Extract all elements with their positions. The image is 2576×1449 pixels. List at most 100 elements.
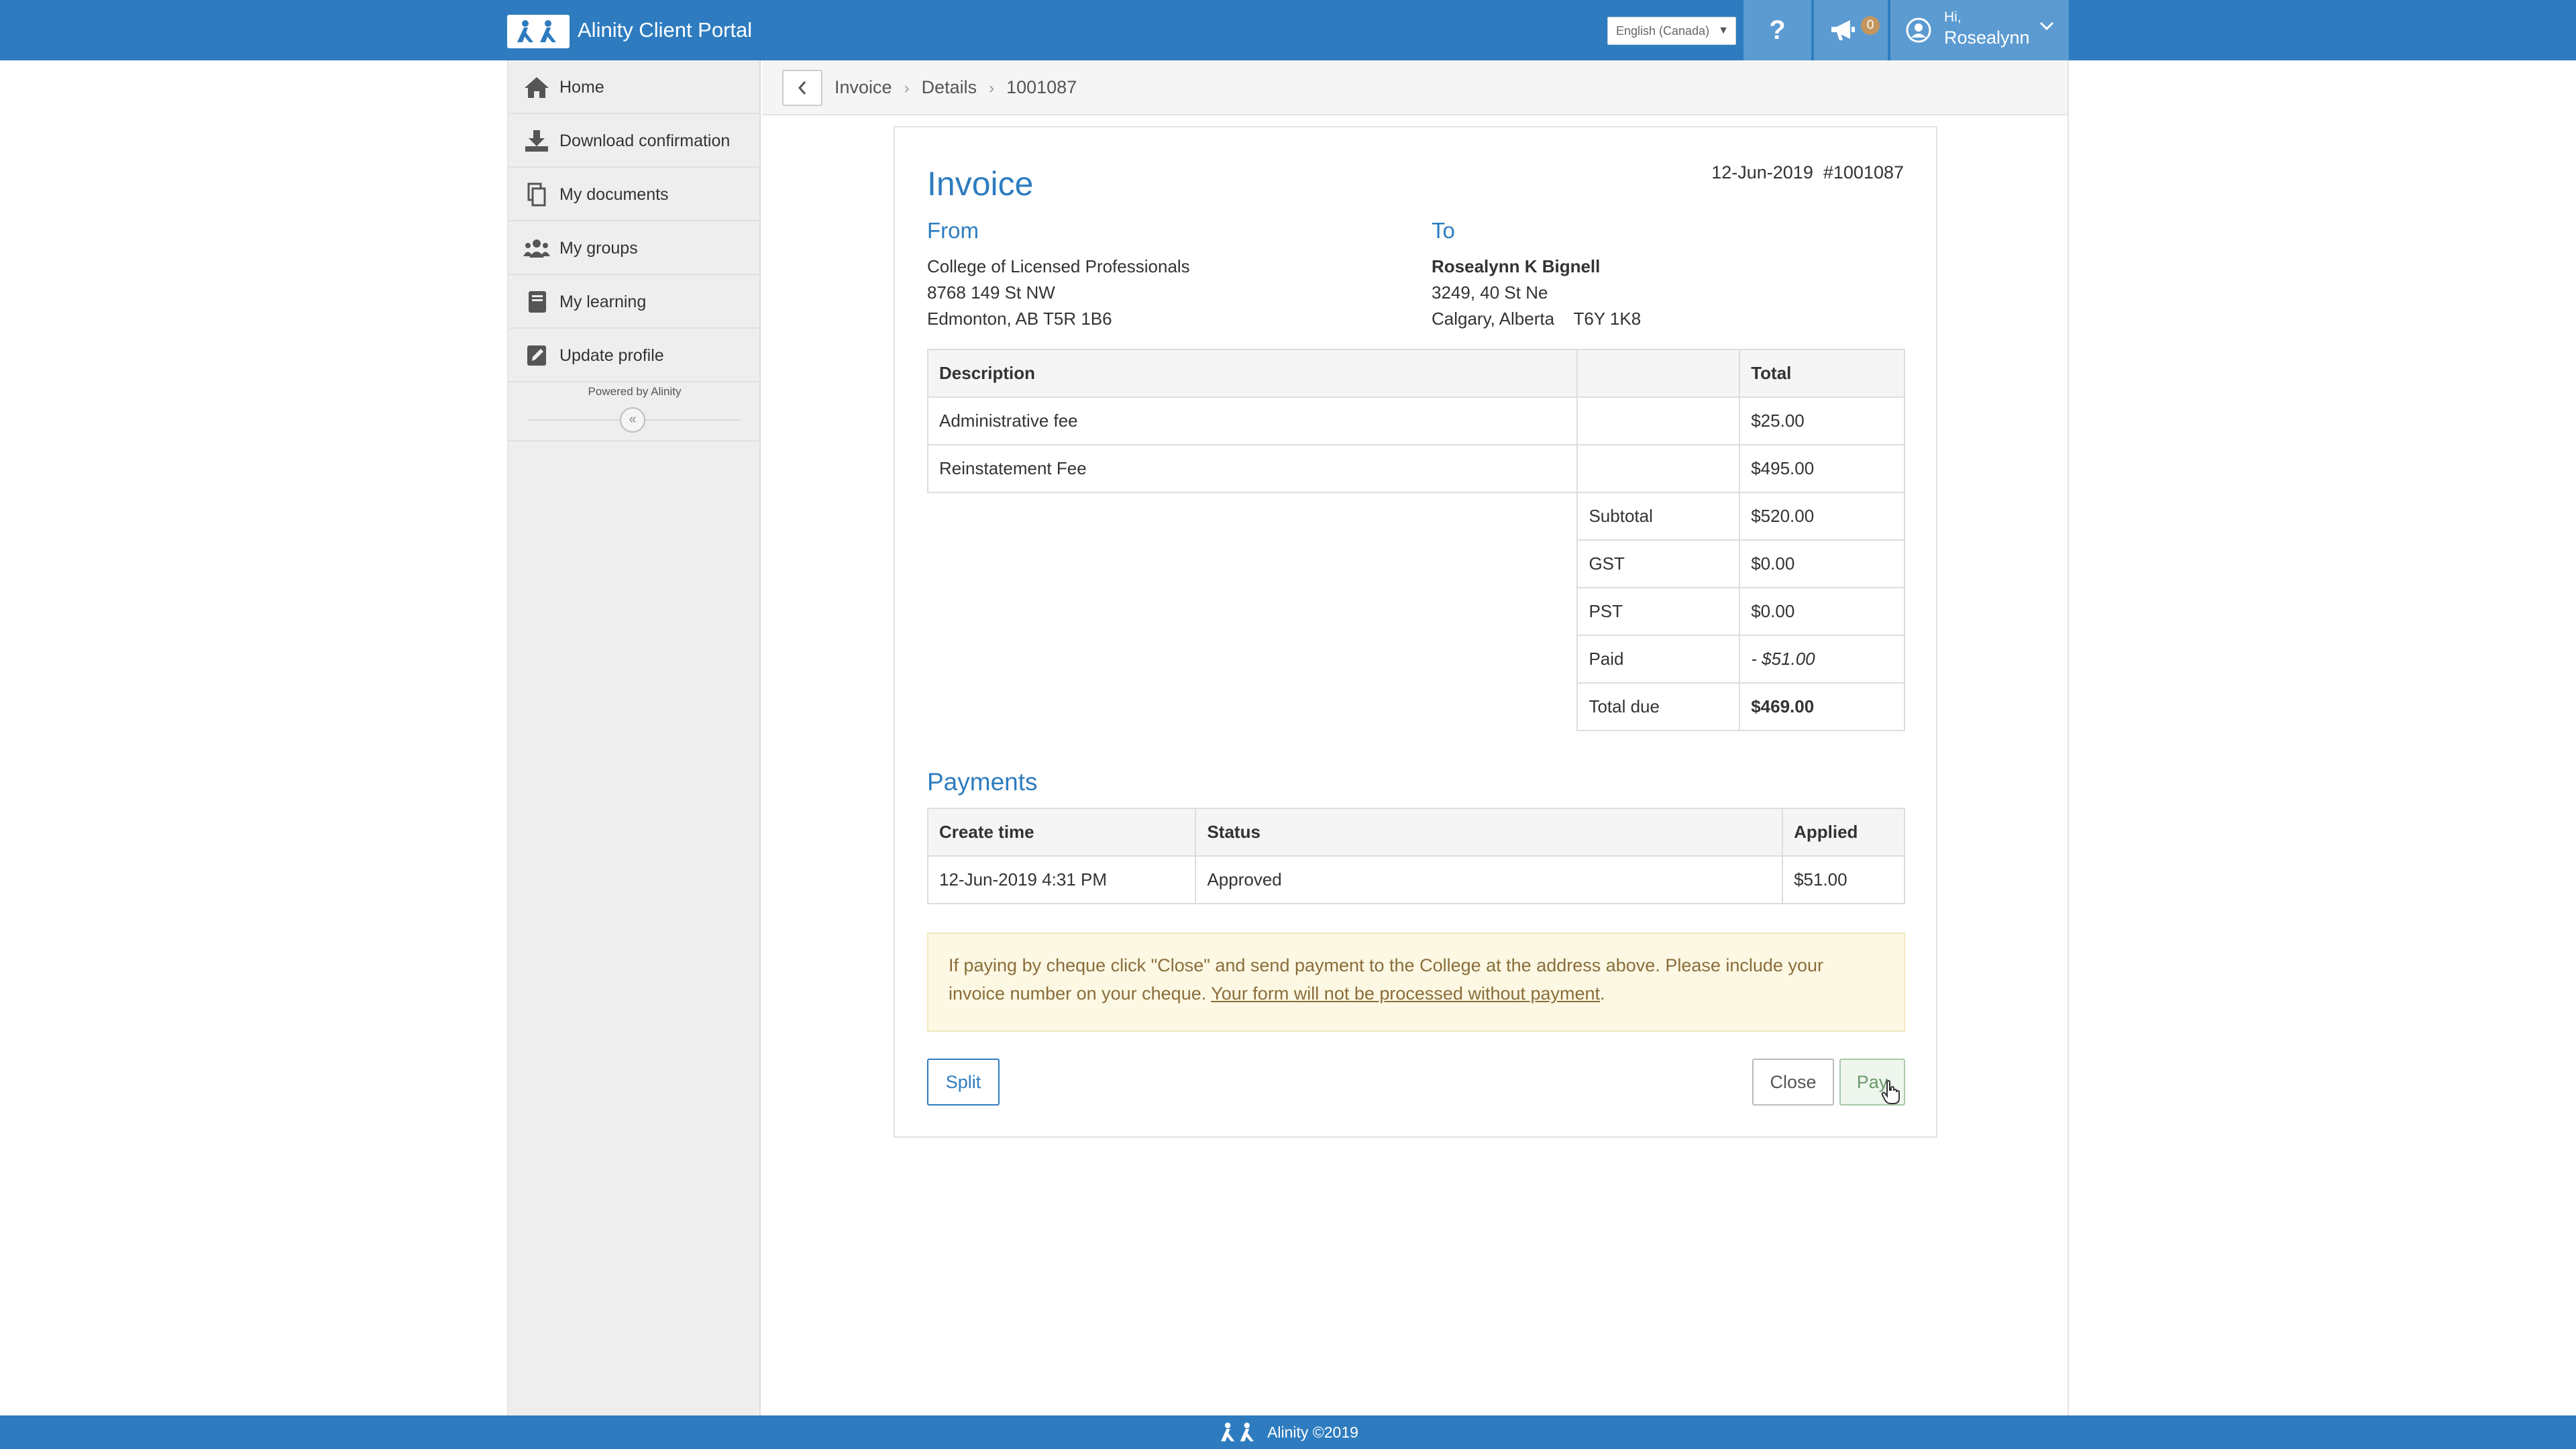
recipient-name: Rosealynn K Bignell [1432,256,1601,276]
help-icon: ? [1769,15,1786,45]
sidebar-item-label: My documents [559,185,669,204]
home-icon [525,77,549,98]
top-bar-inner: Alinity Client Portal English (Canada) ▼… [507,0,2069,60]
summary-spacer [928,588,1578,635]
payments-table: Create time Status Applied 12-Jun-2019 4… [926,808,1905,904]
user-name: Rosealynn [1944,28,2030,48]
user-greeting: Hi, [1944,9,1962,25]
item-description: Administrative fee [926,396,1578,445]
split-button[interactable]: Split [927,1059,1000,1106]
alinity-logo-icon [517,20,556,42]
sidebar-divider [508,440,761,441]
summary-row: Subtotal $520.00 [928,492,1905,541]
powered-by-text: Powered by Alinity [588,385,682,398]
sidebar-item-update-profile[interactable]: Update profile [508,329,761,382]
language-select[interactable]: English (Canada) ▼ [1607,17,1736,45]
sidebar-item-home[interactable]: Home [508,60,761,114]
invoice-date: 12-Jun-2019 [1711,162,1813,182]
to-heading: To [1432,218,1455,243]
sidebar-item-my-learning[interactable]: My learning [508,275,761,329]
item-blank-cell [1576,396,1741,445]
table-row[interactable]: 12-Jun-2019 4:31 PM Approved $51.00 [926,855,1905,904]
summary-row: Paid - $51.00 [928,635,1905,684]
edit-icon [527,345,546,366]
breadcrumb-invoice[interactable]: Invoice [835,77,892,97]
column-header-description: Description [926,349,1578,398]
sidebar: Home Download confirmation My documents … [508,60,761,1415]
sidebar-item-label: My groups [559,239,638,258]
announcements-button[interactable]: 0 [1813,0,1888,60]
from-address-line: 8768 149 St NW [927,282,1055,303]
table-row: Administrative fee $25.00 [926,396,1905,445]
user-avatar-icon [1906,17,1931,43]
from-heading: From [927,218,979,243]
breadcrumb-details[interactable]: Details [922,77,977,97]
invoice-items-table: Description Total Administrative fee $25… [926,349,1905,731]
hand-pointer-icon [1881,1080,1900,1104]
footer: Alinity ©2019 [0,1415,2576,1449]
language-select-value: English (Canada) [1616,24,1710,38]
summary-row: PST $0.00 [928,587,1905,636]
frame-border-right [2068,60,2069,1415]
summary-spacer [928,683,1578,731]
to-address-line: 3249, 40 St Ne [1432,282,1548,303]
breadcrumb-bar: Invoice › Details › 1001087 [762,60,2068,115]
help-button[interactable]: ? [1742,0,1811,60]
table-row: Reinstatement Fee $495.00 [926,444,1905,493]
summary-label: PST [1576,587,1741,636]
column-header-applied: Applied [1782,808,1905,857]
summary-value-paid: - $51.00 [1739,635,1905,684]
item-blank-cell [1576,444,1741,493]
sidebar-item-download-confirmation[interactable]: Download confirmation [508,114,761,168]
notice-end: . [1600,983,1605,1004]
breadcrumb: Invoice › Details › 1001087 [835,60,1077,114]
documents-icon [527,182,546,207]
notice-link[interactable]: Your form will not be processed without … [1211,983,1600,1004]
notification-count-badge: 0 [1861,16,1880,35]
alinity-logo-icon [1221,1422,1254,1442]
summary-row: Total due $469.00 [928,682,1905,731]
to-address: Rosealynn K Bignell 3249, 40 St Ne Calga… [1432,254,1641,332]
alinity-logo[interactable] [507,15,570,48]
invoice-card: Invoice 12-Jun-2019 #1001087 From To Col… [894,126,1937,1138]
caret-down-icon: ▼ [1718,25,1729,36]
summary-label: Paid [1576,635,1741,684]
payment-status: Approved [1195,855,1784,904]
summary-value: $0.00 [1739,587,1905,636]
table-header-row: Create time Status Applied [926,808,1905,857]
summary-label: Subtotal [1576,492,1741,541]
top-bar: Alinity Client Portal English (Canada) ▼… [0,0,2576,60]
breadcrumb-invoice-number: 1001087 [1006,77,1077,97]
column-header-create-time: Create time [926,808,1197,857]
user-menu-button[interactable]: Hi, Rosealynn [1889,0,2069,60]
payment-applied: $51.00 [1782,855,1905,904]
summary-value-total-due: $469.00 [1739,682,1905,731]
double-chevron-left-icon: « [629,412,637,427]
back-button[interactable] [782,70,822,106]
invoice-meta: 12-Jun-2019 #1001087 [1711,162,1904,183]
summary-label: Total due [1576,682,1741,731]
sidebar-item-my-documents[interactable]: My documents [508,168,761,221]
app-title: Alinity Client Portal [578,18,753,42]
sidebar-item-label: Home [559,78,604,97]
download-icon [525,130,548,152]
summary-value: $520.00 [1739,492,1905,541]
from-address-line: Edmonton, AB T5R 1B6 [927,309,1112,329]
sidebar-item-label: Download confirmation [559,131,731,150]
summary-label: GST [1576,539,1741,588]
payment-create-time: 12-Jun-2019 4:31 PM [926,855,1197,904]
footer-copyright: Alinity ©2019 [1267,1423,1358,1441]
summary-row: GST $0.00 [928,539,1905,588]
sidebar-item-my-groups[interactable]: My groups [508,221,761,275]
to-address-line: Calgary, Alberta T6Y 1K8 [1432,309,1642,329]
column-header-total: Total [1739,349,1905,398]
from-address: College of Licensed Professionals 8768 1… [927,254,1190,332]
collapse-sidebar-button[interactable]: « [620,407,645,433]
sidebar-item-label: Update profile [559,346,664,365]
breadcrumb-separator-icon: › [904,79,910,97]
breadcrumb-separator-icon: › [989,79,995,97]
megaphone-icon [1831,20,1855,40]
summary-value: $0.00 [1739,539,1905,588]
column-header-status: Status [1195,808,1784,857]
close-button[interactable]: Close [1752,1059,1834,1106]
